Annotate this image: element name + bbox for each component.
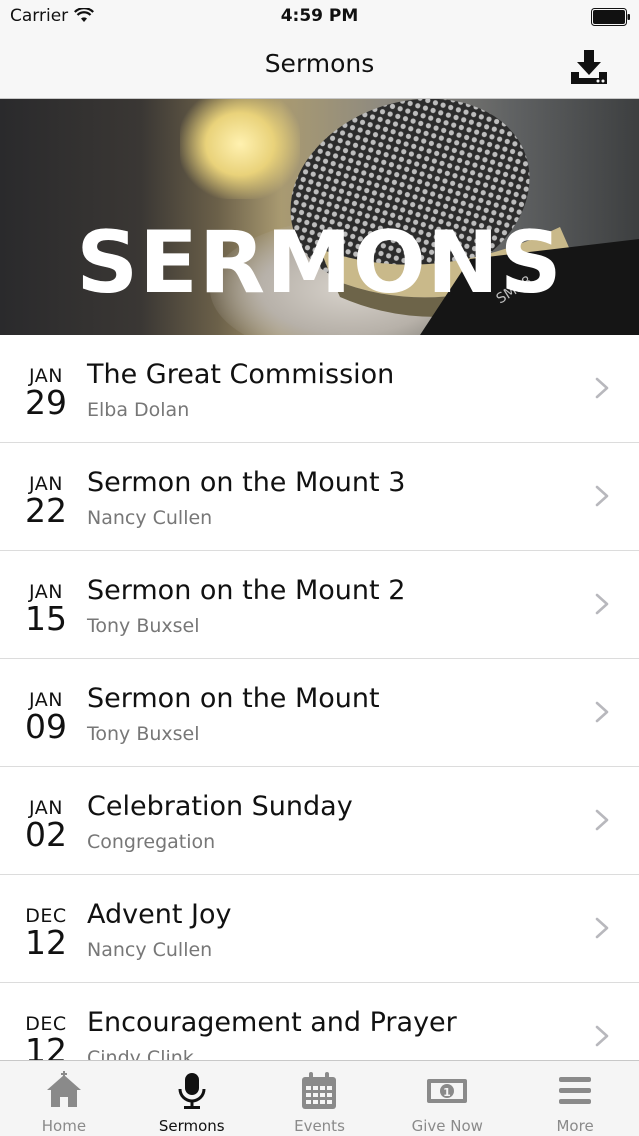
download-icon[interactable] [567, 44, 611, 88]
sermon-row[interactable]: DEC 12 Encouragement and Prayer Cindy Clink [0, 983, 639, 1060]
tab-bar: Home Sermons Events 1 Give Now More [0, 1060, 639, 1136]
sermon-day: 12 [25, 923, 67, 962]
sermon-title: Sermon on the Mount [87, 683, 380, 714]
tab-label: Sermons [158, 1117, 225, 1135]
sermon-speaker: Tony Buxsel [87, 615, 200, 637]
microphone-icon [178, 1073, 206, 1109]
sermon-speaker: Cindy Clink [87, 1047, 194, 1060]
tab-home[interactable]: Home [0, 1061, 128, 1136]
sermon-list: JAN 29 The Great Commission Elba Dolan JAN 22… [0, 335, 639, 1060]
sermon-speaker: Nancy Cullen [87, 939, 213, 961]
sermon-day: 09 [25, 707, 67, 746]
sermon-title: Sermon on the Mount 3 [87, 467, 406, 498]
battery-icon [591, 8, 630, 26]
sermon-title: Celebration Sunday [87, 791, 353, 822]
sermon-row[interactable]: JAN 15 Sermon on the Mount 2 Tony Buxsel [0, 551, 639, 659]
sermon-row[interactable]: JAN 29 The Great Commission Elba Dolan [0, 335, 639, 443]
chevron-right-icon [595, 485, 609, 507]
sermon-title: Sermon on the Mount 2 [87, 575, 406, 606]
status-bar: Carrier 4:59 PM [0, 0, 639, 36]
chevron-right-icon [595, 701, 609, 723]
tab-give-now[interactable]: 1 Give Now [383, 1061, 511, 1136]
sermon-row[interactable]: DEC 12 Advent Joy Nancy Cullen [0, 875, 639, 983]
menu-icon [559, 1077, 592, 1104]
sermon-day: 12 [25, 1031, 67, 1060]
tab-more[interactable]: More [511, 1061, 639, 1136]
tab-sermons[interactable]: Sermons [128, 1061, 256, 1136]
sermon-row[interactable]: JAN 09 Sermon on the Mount Tony Buxsel [0, 659, 639, 767]
sermon-speaker: Nancy Cullen [87, 507, 213, 529]
sermon-day: 22 [25, 491, 67, 530]
clock: 4:59 PM [280, 6, 359, 26]
tab-label: Home [41, 1117, 87, 1135]
sermon-title: Advent Joy [87, 899, 232, 930]
sermon-row[interactable]: JAN 22 Sermon on the Mount 3 Nancy Cullen [0, 443, 639, 551]
navigation-bar: Sermons [0, 36, 639, 99]
sermon-speaker: Congregation [87, 831, 216, 853]
tab-events[interactable]: Events [256, 1061, 384, 1136]
calendar-icon [302, 1072, 337, 1109]
banner-title: SERMONS [76, 213, 563, 313]
tab-label: Give Now [411, 1117, 483, 1135]
chevron-right-icon [595, 809, 609, 831]
tab-label: More [556, 1117, 594, 1135]
home-icon [46, 1071, 81, 1107]
svg-text:1: 1 [443, 1086, 451, 1099]
chevron-right-icon [595, 917, 609, 939]
money-icon: 1 [427, 1079, 468, 1103]
sermon-day: 15 [25, 599, 67, 638]
sermon-day: 29 [25, 383, 67, 422]
tab-label: Events [294, 1117, 345, 1135]
sermon-speaker: Elba Dolan [87, 399, 190, 421]
chevron-right-icon [595, 1025, 609, 1047]
sermons-banner: SM58 SERMONS [0, 99, 639, 335]
chevron-right-icon [595, 377, 609, 399]
sermon-title: Encouragement and Prayer [87, 1007, 457, 1038]
sermon-row[interactable]: JAN 02 Celebration Sunday Congregation [0, 767, 639, 875]
chevron-right-icon [595, 593, 609, 615]
sermon-title: The Great Commission [87, 359, 395, 390]
sermon-day: 02 [25, 815, 67, 854]
page-title: Sermons [264, 49, 375, 78]
sermon-speaker: Tony Buxsel [87, 723, 200, 745]
